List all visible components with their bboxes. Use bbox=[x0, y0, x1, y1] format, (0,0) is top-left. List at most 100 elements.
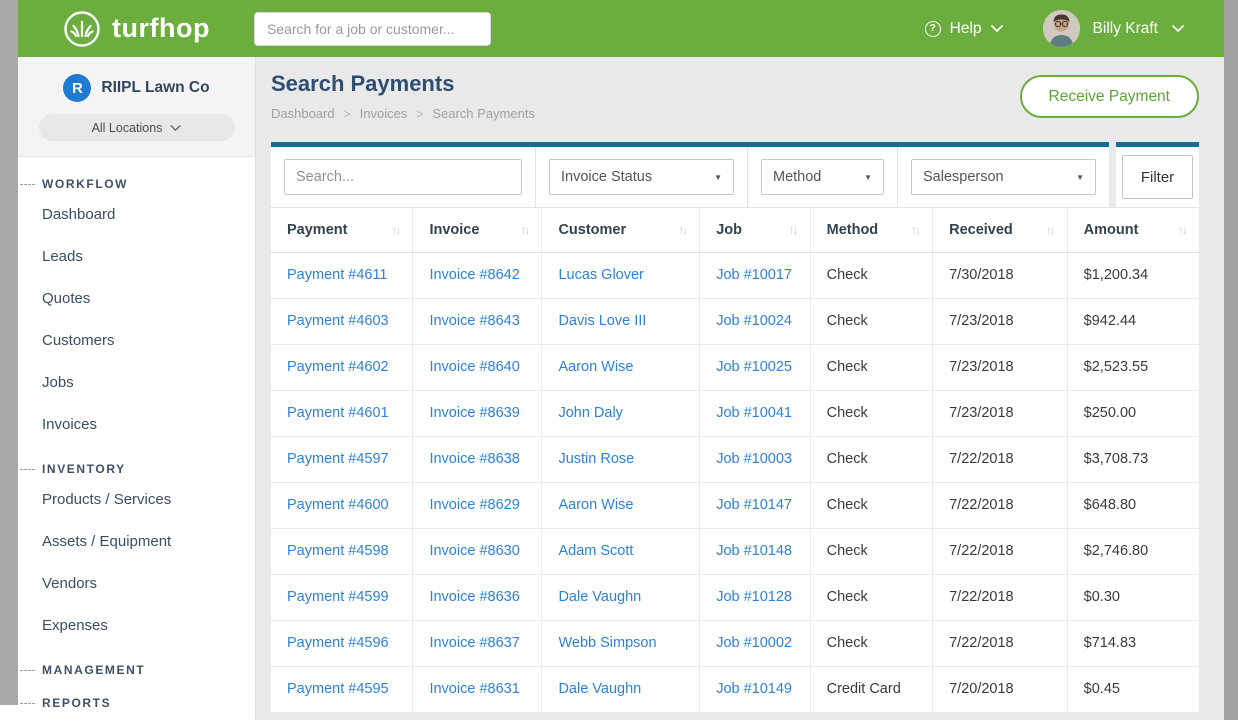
invoice-link[interactable]: Invoice #8630 bbox=[413, 528, 542, 574]
payments-table: Payment↑↓Invoice↑↓Customer↑↓Job↑↓Method↑… bbox=[271, 208, 1199, 713]
payment-link[interactable]: Payment #4599 bbox=[271, 574, 413, 620]
sidebar-item-jobs[interactable]: Jobs bbox=[18, 361, 255, 403]
column-label: Amount bbox=[1084, 222, 1139, 238]
invoice-link[interactable]: Invoice #8643 bbox=[413, 298, 542, 344]
invoice-link[interactable]: Invoice #8636 bbox=[413, 574, 542, 620]
job-link[interactable]: Job #10002 bbox=[700, 620, 810, 666]
column-header-job[interactable]: Job↑↓ bbox=[700, 208, 810, 252]
header-right: ? Help Billy Kraft bbox=[925, 10, 1184, 47]
user-menu-chevron-icon[interactable] bbox=[1172, 25, 1184, 32]
sidebar-item-vendors[interactable]: Vendors bbox=[18, 562, 255, 604]
sort-icon[interactable]: ↑↓ bbox=[1046, 223, 1054, 237]
invoice-link[interactable]: Invoice #8639 bbox=[413, 390, 542, 436]
invoice-status-select[interactable]: Invoice Status ▼ bbox=[549, 159, 734, 195]
help-menu[interactable]: ? Help bbox=[925, 20, 1003, 38]
left-scrollbar[interactable] bbox=[0, 0, 18, 720]
section-header-reports: REPORTS bbox=[18, 694, 255, 712]
turfhop-logo[interactable]: turfhop bbox=[62, 9, 210, 49]
payment-link[interactable]: Payment #4597 bbox=[271, 436, 413, 482]
locations-dropdown[interactable]: All Locations bbox=[39, 114, 235, 141]
filter-button[interactable]: Filter bbox=[1122, 155, 1193, 199]
customer-link[interactable]: Webb Simpson bbox=[542, 620, 700, 666]
invoice-status-filter-group: Invoice Status ▼ bbox=[536, 147, 748, 207]
customer-link[interactable]: Dale Vaughn bbox=[542, 666, 700, 712]
customer-link[interactable]: Adam Scott bbox=[542, 528, 700, 574]
search-filter-group bbox=[271, 147, 536, 207]
customer-link[interactable]: Aaron Wise bbox=[542, 482, 700, 528]
select-arrow-icon: ▼ bbox=[1076, 173, 1084, 182]
column-header-received[interactable]: Received ↑↓ bbox=[933, 208, 1068, 252]
sort-icon[interactable]: ↑↓ bbox=[789, 223, 797, 237]
method-select[interactable]: Method ▼ bbox=[761, 159, 884, 195]
job-link[interactable]: Job #10148 bbox=[700, 528, 810, 574]
customer-link[interactable]: Aaron Wise bbox=[542, 344, 700, 390]
sort-icon[interactable]: ↑↓ bbox=[391, 223, 399, 237]
customer-link[interactable]: Lucas Glover bbox=[542, 252, 700, 298]
global-search-input[interactable] bbox=[254, 12, 491, 46]
select-arrow-icon: ▼ bbox=[864, 173, 872, 182]
table-search-input[interactable] bbox=[284, 159, 522, 195]
invoice-link[interactable]: Invoice #8629 bbox=[413, 482, 542, 528]
payment-link[interactable]: Payment #4601 bbox=[271, 390, 413, 436]
customer-link[interactable]: Justin Rose bbox=[542, 436, 700, 482]
payment-link[interactable]: Payment #4603 bbox=[271, 298, 413, 344]
left-scrollbar-thumb[interactable] bbox=[0, 0, 18, 705]
sidebar-item-invoices[interactable]: Invoices bbox=[18, 403, 255, 445]
job-link[interactable]: Job #10025 bbox=[700, 344, 810, 390]
customer-link[interactable]: Dale Vaughn bbox=[542, 574, 700, 620]
section-label: REPORTS bbox=[42, 696, 111, 710]
invoice-link[interactable]: Invoice #8640 bbox=[413, 344, 542, 390]
customer-link[interactable]: John Daly bbox=[542, 390, 700, 436]
column-label: Received bbox=[949, 222, 1013, 238]
invoice-status-select-label: Invoice Status bbox=[561, 169, 652, 185]
sidebar-item-dashboard[interactable]: Dashboard bbox=[18, 193, 255, 235]
customer-link[interactable]: Davis Love III bbox=[542, 298, 700, 344]
payment-link[interactable]: Payment #4595 bbox=[271, 666, 413, 712]
sort-icon[interactable]: ↑↓ bbox=[678, 223, 686, 237]
sidebar-item-leads[interactable]: Leads bbox=[18, 235, 255, 277]
job-link[interactable]: Job #10024 bbox=[700, 298, 810, 344]
amount-cell: $3,708.73 bbox=[1067, 436, 1199, 482]
invoice-link[interactable]: Invoice #8642 bbox=[413, 252, 542, 298]
select-arrow-icon: ▼ bbox=[714, 173, 722, 182]
job-link[interactable]: Job #10147 bbox=[700, 482, 810, 528]
page-header: Search Payments Dashboard>Invoices>Searc… bbox=[271, 71, 1199, 121]
salesperson-select[interactable]: Salesperson ▼ bbox=[911, 159, 1096, 195]
invoice-link[interactable]: Invoice #8638 bbox=[413, 436, 542, 482]
right-scrollbar[interactable] bbox=[1224, 0, 1238, 720]
received-cell: 7/22/2018 bbox=[933, 436, 1068, 482]
payment-link[interactable]: Payment #4611 bbox=[271, 252, 413, 298]
column-header-amount[interactable]: Amount ↑↓ bbox=[1067, 208, 1199, 252]
column-header-payment[interactable]: Payment↑↓ bbox=[271, 208, 413, 252]
breadcrumb-separator: > bbox=[344, 107, 351, 121]
sidebar-item-customers[interactable]: Customers bbox=[18, 319, 255, 361]
payment-link[interactable]: Payment #4600 bbox=[271, 482, 413, 528]
sidebar-item-expenses[interactable]: Expenses bbox=[18, 604, 255, 646]
payment-link[interactable]: Payment #4596 bbox=[271, 620, 413, 666]
sort-icon[interactable]: ↑↓ bbox=[1178, 223, 1186, 237]
job-link[interactable]: Job #10041 bbox=[700, 390, 810, 436]
sort-icon[interactable]: ↑↓ bbox=[520, 223, 528, 237]
column-header-customer[interactable]: Customer↑↓ bbox=[542, 208, 700, 252]
payment-link[interactable]: Payment #4602 bbox=[271, 344, 413, 390]
column-header-method[interactable]: Method↑↓ bbox=[810, 208, 932, 252]
job-link[interactable]: Job #10128 bbox=[700, 574, 810, 620]
job-link[interactable]: Job #10003 bbox=[700, 436, 810, 482]
method-cell: Check bbox=[810, 528, 932, 574]
payment-link[interactable]: Payment #4598 bbox=[271, 528, 413, 574]
job-link[interactable]: Job #10017 bbox=[700, 252, 810, 298]
invoice-link[interactable]: Invoice #8637 bbox=[413, 620, 542, 666]
job-link[interactable]: Job #10149 bbox=[700, 666, 810, 712]
breadcrumb-item-dashboard[interactable]: Dashboard bbox=[271, 106, 335, 121]
method-cell: Check bbox=[810, 298, 932, 344]
company-row[interactable]: R RIIPL Lawn Co bbox=[18, 74, 255, 102]
sidebar-item-assets-equipment[interactable]: Assets / Equipment bbox=[18, 520, 255, 562]
invoice-link[interactable]: Invoice #8631 bbox=[413, 666, 542, 712]
user-avatar[interactable] bbox=[1043, 10, 1080, 47]
breadcrumb-item-invoices[interactable]: Invoices bbox=[360, 106, 408, 121]
column-header-invoice[interactable]: Invoice↑↓ bbox=[413, 208, 542, 252]
sidebar-item-quotes[interactable]: Quotes bbox=[18, 277, 255, 319]
sort-icon[interactable]: ↑↓ bbox=[911, 223, 919, 237]
receive-payment-button[interactable]: Receive Payment bbox=[1020, 75, 1199, 118]
sidebar-item-products-services[interactable]: Products / Services bbox=[18, 478, 255, 520]
